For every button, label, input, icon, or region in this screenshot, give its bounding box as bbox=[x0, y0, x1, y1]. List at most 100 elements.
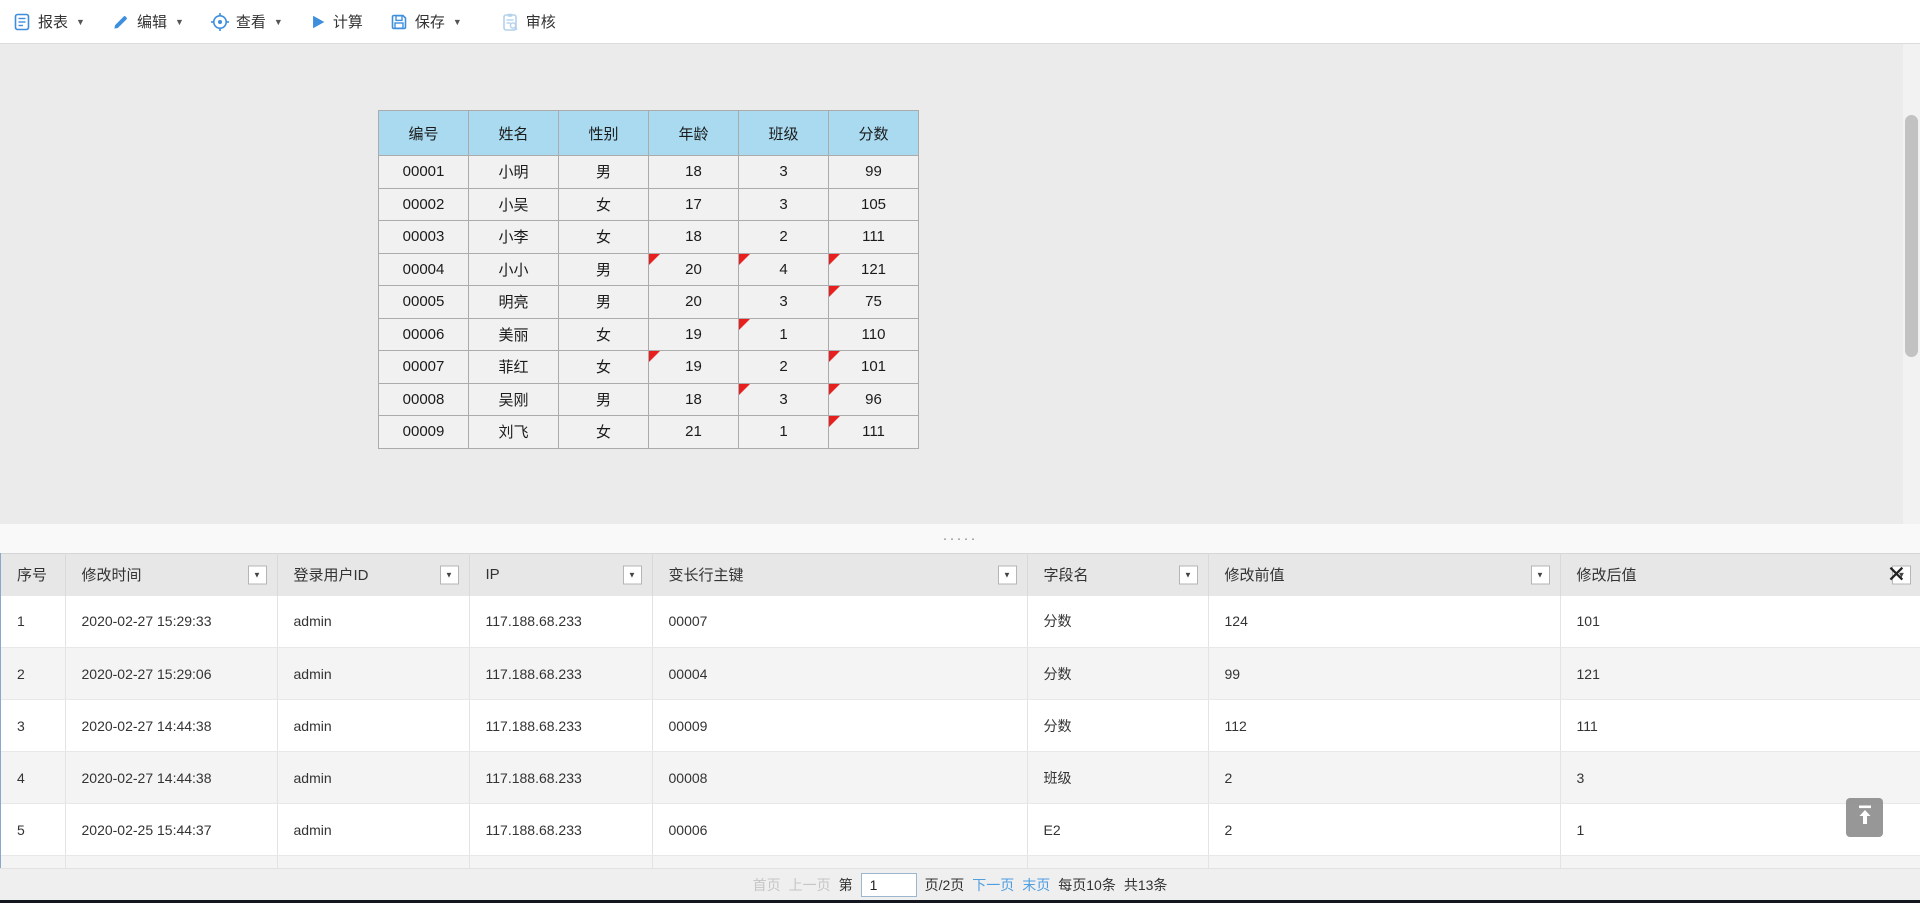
back-to-top-button[interactable] bbox=[1846, 798, 1883, 837]
log-cell: 00006 bbox=[652, 804, 1027, 856]
panel-splitter[interactable]: ····· bbox=[0, 524, 1920, 553]
sheet-row: 00001小明男18399 bbox=[379, 156, 919, 189]
pagination-last[interactable]: 末页 bbox=[1022, 875, 1050, 895]
save-menu-button[interactable]: 保存 ▼ bbox=[389, 11, 462, 32]
sheet-cell[interactable]: 18 bbox=[649, 383, 739, 416]
sheet-cell[interactable]: 00001 bbox=[379, 156, 469, 189]
sheet-cell[interactable]: 女 bbox=[559, 416, 649, 449]
sheet-cell-modified[interactable]: 75 bbox=[829, 286, 919, 319]
sheet-cell[interactable]: 美丽 bbox=[469, 318, 559, 351]
sheet-cell-modified[interactable]: 20 bbox=[649, 253, 739, 286]
sheet-cell-modified[interactable]: 4 bbox=[739, 253, 829, 286]
sheet-cell[interactable]: 17 bbox=[649, 188, 739, 221]
log-column-label: IP bbox=[486, 566, 500, 583]
log-cell: 分数 bbox=[1027, 700, 1208, 752]
log-row: 52020-02-25 15:44:37admin117.188.68.2330… bbox=[1, 804, 1920, 856]
sheet-column-header: 编号 bbox=[379, 111, 469, 156]
log-column-label: 登录用户ID bbox=[294, 567, 369, 584]
close-icon[interactable]: ✕ bbox=[1887, 561, 1906, 587]
sheet-cell[interactable]: 女 bbox=[559, 351, 649, 384]
report-menu-label: 报表 bbox=[38, 11, 68, 32]
sheet-header-row: 编号姓名性别年龄班级分数 bbox=[379, 111, 919, 156]
sheet-cell[interactable]: 1 bbox=[739, 416, 829, 449]
sheet-cell[interactable]: 19 bbox=[649, 318, 739, 351]
sheet-cell[interactable]: 刘飞 bbox=[469, 416, 559, 449]
sheet-cell[interactable]: 男 bbox=[559, 286, 649, 319]
sheet-cell[interactable]: 00006 bbox=[379, 318, 469, 351]
audit-button[interactable]: 审核 bbox=[500, 11, 556, 32]
sheet-cell[interactable]: 00002 bbox=[379, 188, 469, 221]
sheet-cell[interactable]: 21 bbox=[649, 416, 739, 449]
column-filter-dropdown[interactable]: ▼ bbox=[248, 565, 267, 584]
sheet-cell[interactable]: 20 bbox=[649, 286, 739, 319]
sheet-cell[interactable]: 105 bbox=[829, 188, 919, 221]
page-number-input[interactable] bbox=[861, 873, 917, 897]
sheet-cell[interactable]: 2 bbox=[739, 351, 829, 384]
sheet-cell[interactable]: 吴刚 bbox=[469, 383, 559, 416]
vertical-scrollbar[interactable] bbox=[1903, 44, 1920, 553]
sheet-cell[interactable]: 18 bbox=[649, 221, 739, 254]
sheet-cell[interactable]: 男 bbox=[559, 383, 649, 416]
sheet-cell[interactable]: 女 bbox=[559, 318, 649, 351]
sheet-cell[interactable]: 110 bbox=[829, 318, 919, 351]
column-filter-dropdown[interactable]: ▼ bbox=[623, 565, 642, 584]
sheet-cell-modified[interactable]: 111 bbox=[829, 416, 919, 449]
edit-menu-button[interactable]: 编辑 ▼ bbox=[111, 11, 184, 32]
pagination-next[interactable]: 下一页 bbox=[972, 875, 1014, 895]
arrow-up-to-line-icon bbox=[1855, 804, 1875, 831]
sheet-cell[interactable]: 小明 bbox=[469, 156, 559, 189]
sheet-cell[interactable]: 00003 bbox=[379, 221, 469, 254]
chevron-down-icon: ▼ bbox=[274, 17, 283, 27]
pagination-prev[interactable]: 上一页 bbox=[789, 875, 831, 895]
calculate-button[interactable]: 计算 bbox=[309, 11, 363, 32]
log-cell: 00009 bbox=[652, 700, 1027, 752]
sheet-cell[interactable]: 00004 bbox=[379, 253, 469, 286]
sheet-cell[interactable]: 00008 bbox=[379, 383, 469, 416]
log-cell: 2020-02-27 15:29:33 bbox=[65, 596, 277, 648]
sheet-cell[interactable]: 00007 bbox=[379, 351, 469, 384]
sheet-cell[interactable]: 3 bbox=[739, 286, 829, 319]
scrollbar-thumb[interactable] bbox=[1905, 115, 1918, 357]
sheet-cell[interactable]: 男 bbox=[559, 253, 649, 286]
column-filter-dropdown[interactable]: ▼ bbox=[440, 565, 459, 584]
log-cell: E2 bbox=[1027, 804, 1208, 856]
sheet-cell[interactable]: 菲红 bbox=[469, 351, 559, 384]
sheet-cell[interactable]: 男 bbox=[559, 156, 649, 189]
student-sheet: 编号姓名性别年龄班级分数 00001小明男1839900002小吴女173105… bbox=[378, 110, 919, 449]
sheet-cell-modified[interactable]: 96 bbox=[829, 383, 919, 416]
view-menu-button[interactable]: 查看 ▼ bbox=[210, 11, 283, 32]
sheet-cell[interactable]: 女 bbox=[559, 221, 649, 254]
sheet-cell-modified[interactable]: 1 bbox=[739, 318, 829, 351]
sheet-cell[interactable]: 女 bbox=[559, 188, 649, 221]
sheet-cell[interactable]: 3 bbox=[739, 156, 829, 189]
modification-log-panel: 序号修改时间▼登录用户ID▼IP▼变长行主键▼字段名▼修改前值▼修改后值▼ 12… bbox=[0, 553, 1920, 868]
sheet-cell[interactable]: 18 bbox=[649, 156, 739, 189]
sheet-cell[interactable]: 小吴 bbox=[469, 188, 559, 221]
pagination-first[interactable]: 首页 bbox=[753, 875, 781, 895]
log-cell: 2020-02-25 15:44:37 bbox=[65, 804, 277, 856]
sheet-cell-modified[interactable]: 19 bbox=[649, 351, 739, 384]
log-cell: 117.188.68.233 bbox=[469, 856, 652, 869]
sheet-cell[interactable]: 3 bbox=[739, 188, 829, 221]
log-cell: 1 bbox=[1, 596, 65, 648]
log-cell: 99 bbox=[1208, 648, 1560, 700]
sheet-cell[interactable]: 小李 bbox=[469, 221, 559, 254]
sheet-cell[interactable]: 99 bbox=[829, 156, 919, 189]
sheet-cell-modified[interactable]: 121 bbox=[829, 253, 919, 286]
log-cell: 117.188.68.233 bbox=[469, 648, 652, 700]
sheet-cell[interactable]: 111 bbox=[829, 221, 919, 254]
log-cell: 分数 bbox=[1027, 648, 1208, 700]
column-filter-dropdown[interactable]: ▼ bbox=[1179, 565, 1198, 584]
pagination-page-prefix: 第 bbox=[839, 875, 853, 895]
pagination-total-count: 共13条 bbox=[1124, 875, 1168, 895]
sheet-cell[interactable]: 00005 bbox=[379, 286, 469, 319]
column-filter-dropdown[interactable]: ▼ bbox=[1531, 565, 1550, 584]
column-filter-dropdown[interactable]: ▼ bbox=[998, 565, 1017, 584]
report-menu-button[interactable]: 报表 ▼ bbox=[12, 11, 85, 32]
sheet-cell[interactable]: 小小 bbox=[469, 253, 559, 286]
sheet-cell[interactable]: 明亮 bbox=[469, 286, 559, 319]
sheet-cell-modified[interactable]: 3 bbox=[739, 383, 829, 416]
sheet-cell[interactable]: 2 bbox=[739, 221, 829, 254]
sheet-cell[interactable]: 00009 bbox=[379, 416, 469, 449]
sheet-cell-modified[interactable]: 101 bbox=[829, 351, 919, 384]
